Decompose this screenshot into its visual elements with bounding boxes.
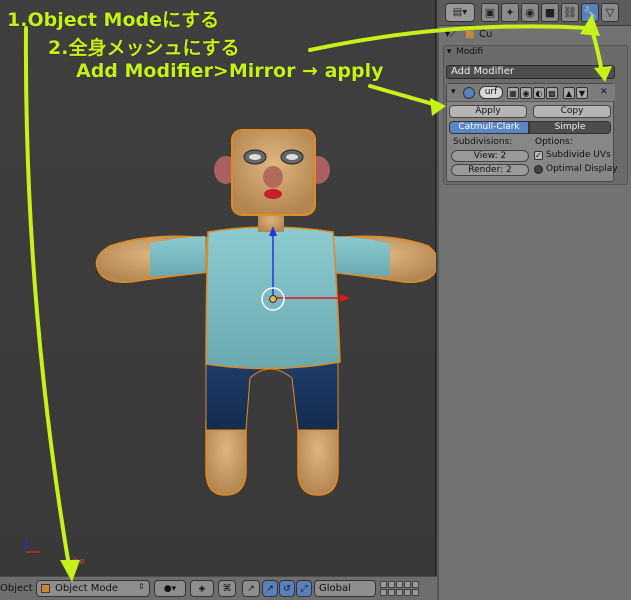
simple-option[interactable]: Simple: [529, 121, 611, 134]
copy-button[interactable]: Copy: [533, 105, 611, 118]
move-up-icon[interactable]: ▲: [563, 87, 575, 99]
optimal-display-checkbox[interactable]: [534, 165, 543, 174]
panel-title: Modifi: [456, 47, 484, 57]
modifier-name-field[interactable]: urf: [479, 86, 503, 99]
layer-buttons[interactable]: [380, 581, 436, 597]
dropdown-arrows-icon: ⇕: [138, 582, 145, 591]
annotation-step2: 2.全身メッシュにする: [48, 37, 240, 59]
character-scene: [25, 129, 436, 553]
modifiers-panel-header[interactable]: ▾ Modifi: [444, 46, 629, 60]
context-breadcrumb: ▾⟋ ■ Cu: [439, 26, 631, 44]
subdivide-uvs-checkbox[interactable]: ✓: [534, 151, 543, 160]
rotate-icon[interactable]: ↺: [279, 580, 295, 597]
close-icon[interactable]: ✕: [600, 87, 608, 97]
viewport-shading-button[interactable]: ●▾: [154, 580, 186, 597]
wrench-icon[interactable]: 🔧: [581, 3, 599, 22]
translate-icon[interactable]: ↗: [262, 580, 278, 597]
modifier-header: ▾ urf ▦ ◉ ◐ ▩ ▲ ▼ ✕: [447, 84, 615, 102]
constraints-icon[interactable]: ⛓: [561, 3, 579, 22]
subsurf-icon: [463, 87, 475, 99]
object-context-icon: ■: [465, 29, 475, 40]
expand-icon[interactable]: ▾: [451, 87, 456, 97]
annotation-step3: Add Modifier>Mirror → apply: [76, 60, 384, 82]
subsurf-modifier: ▾ urf ▦ ◉ ◐ ▩ ▲ ▼ ✕ Apply Copy Catmull-C…: [446, 83, 618, 182]
editor-type-button[interactable]: ▤▾: [445, 3, 475, 22]
blender-window: ube Object Object Mode ⇕ ●▾ ◈ ⌘ ↗ ↗ ↺ ⤢ …: [0, 0, 631, 600]
axis-indicator: [25, 540, 40, 553]
object-name-label: ube: [68, 557, 85, 567]
render-toggle-icon[interactable]: ◉: [520, 87, 532, 99]
nose: [263, 166, 283, 188]
properties-editor: ▤▾ ▣ ✦ ◉ ■ ⛓ 🔧 ▽ ▾⟋ ■ Cu ▾ Modifi Add Mo…: [437, 0, 631, 600]
snap-icon[interactable]: ⌘: [218, 580, 236, 597]
move-down-icon[interactable]: ▼: [576, 87, 588, 99]
annotation-step1: 1.Object Modeにする: [7, 9, 220, 31]
render-levels-field[interactable]: Render: 2: [451, 164, 529, 176]
scale-icon[interactable]: ⤢: [296, 580, 312, 597]
3d-viewport[interactable]: ube: [0, 0, 436, 576]
world-icon[interactable]: ◉: [521, 3, 539, 22]
manipulator-icon[interactable]: ↗: [242, 580, 260, 597]
mode-dropdown[interactable]: Object Mode: [36, 580, 150, 597]
object-icon[interactable]: ■: [541, 3, 559, 22]
view-levels-field[interactable]: View: 2: [451, 150, 529, 162]
mouth: [264, 189, 282, 199]
orientation-dropdown[interactable]: Global: [314, 580, 376, 597]
properties-tabs: ▤▾ ▣ ✦ ◉ ■ ⛓ 🔧 ▽: [439, 0, 631, 26]
optimal-display-label: Optimal Display: [546, 164, 618, 174]
dropdown-arrows-icon: ⇕: [604, 67, 611, 76]
apply-button[interactable]: Apply: [449, 105, 527, 118]
viewport-toggle-icon[interactable]: ◐: [533, 87, 545, 99]
modifiers-panel: ▾ Modifi Add Modifier ⇕ ▾ urf ▦ ◉ ◐ ▩ ▲ …: [443, 45, 628, 185]
scene-icon[interactable]: ✦: [501, 3, 519, 22]
object-menu[interactable]: Object: [0, 583, 33, 594]
editmode-toggle-icon[interactable]: ▩: [546, 87, 558, 99]
pivot-point-button[interactable]: ◈: [190, 580, 214, 597]
collapse-icon: ▾: [447, 47, 452, 57]
subdivisions-label: Subdivisions:: [453, 137, 513, 147]
subdivide-uvs-label: Subdivide UVs: [546, 150, 611, 160]
context-object-name: Cu: [479, 29, 493, 40]
object-mode-icon: [41, 584, 50, 593]
character-legs: [205, 357, 339, 496]
render-icon[interactable]: ▣: [481, 3, 499, 22]
scene-context-icon: ▾⟋: [445, 29, 458, 40]
viewport-header: Object Object Mode ⇕ ●▾ ◈ ⌘ ↗ ↗ ↺ ⤢ Glob…: [0, 576, 437, 600]
data-icon[interactable]: ▽: [601, 3, 619, 22]
add-modifier-dropdown[interactable]: Add Modifier: [446, 65, 615, 79]
editmode-cage-icon[interactable]: ▦: [507, 87, 519, 99]
catmull-clark-option[interactable]: Catmull-Clark: [449, 121, 529, 134]
options-label: Options:: [535, 137, 573, 147]
